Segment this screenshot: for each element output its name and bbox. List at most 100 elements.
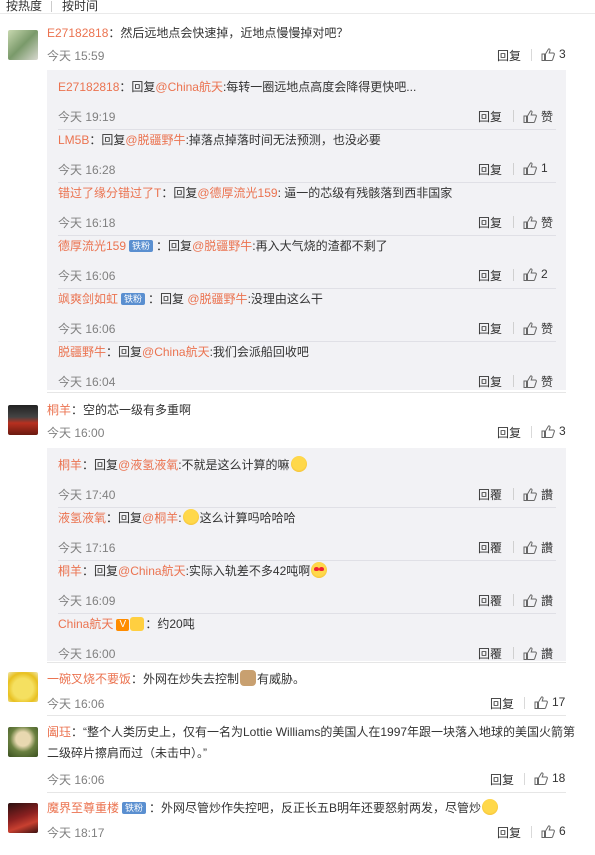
comment-body: ：“整个人类历史上，仅有一名为Lottie Williams的美国人在1997年… <box>47 725 576 760</box>
thumb-up-icon <box>534 772 548 785</box>
reply-mention[interactable]: @液氢液氧 <box>118 458 178 472</box>
reply-divider <box>58 507 556 508</box>
reply-button[interactable]: 回复 <box>490 695 514 712</box>
reply-mention[interactable]: @China航天 <box>118 564 186 578</box>
reply-username[interactable]: 德厚流光159 <box>58 239 126 253</box>
like-button[interactable]: 讚 <box>523 645 553 662</box>
comment-username[interactable]: 桐羊 <box>47 403 71 417</box>
reply-button[interactable]: 回复 <box>478 161 502 178</box>
reply-button[interactable]: 回复 <box>478 214 502 231</box>
reply-mention[interactable]: @China航天 <box>155 80 223 94</box>
action-divider <box>513 269 514 281</box>
reply-username[interactable]: 飒爽剑如虹 <box>58 292 118 306</box>
like-button[interactable]: 6 <box>541 824 566 838</box>
comment-divider <box>47 715 566 716</box>
action-divider <box>531 49 532 61</box>
reply-username[interactable]: E27182818 <box>58 80 119 94</box>
reply-time: 今天 16:04 <box>58 375 116 389</box>
reply-button[interactable]: 回复 <box>478 373 502 390</box>
reply-button[interactable]: 回复 <box>490 771 514 788</box>
action-divider <box>513 163 514 175</box>
like-button[interactable]: 2 <box>523 267 548 281</box>
fan-badge: 铁粉 <box>122 802 147 814</box>
reply-button[interactable]: 回复 <box>478 267 502 284</box>
reply-button[interactable]: 回覆 <box>478 592 502 609</box>
like-count: 赞 <box>541 322 554 336</box>
like-button[interactable]: 讚 <box>523 592 553 609</box>
reply-time: 今天 19:19 <box>58 110 116 124</box>
reply-mention[interactable]: @脱疆野牛 <box>192 239 252 253</box>
reply-button[interactable]: 回覆 <box>478 539 502 556</box>
like-button[interactable]: 18 <box>534 771 565 785</box>
comment-divider <box>47 662 566 663</box>
reply-username[interactable]: 桐羊 <box>58 564 82 578</box>
fan-badge: 铁粉 <box>121 293 146 305</box>
avatar[interactable] <box>8 727 38 757</box>
action-divider <box>524 773 525 785</box>
sort-by-time[interactable]: 按时间 <box>62 0 98 13</box>
reply-time: 今天 16:06 <box>58 322 116 336</box>
reply-button[interactable]: 回复 <box>478 108 502 125</box>
like-count: 讚 <box>541 594 554 608</box>
reply-username[interactable]: 液氢液氧 <box>58 511 106 525</box>
avatar[interactable] <box>8 803 38 833</box>
reply-username[interactable]: 桐羊 <box>58 458 82 472</box>
thumb-up-icon <box>523 322 537 335</box>
reply-username[interactable]: 脱疆野牛 <box>58 345 106 359</box>
like-button[interactable]: 赞 <box>523 108 553 125</box>
reply-mention[interactable]: @德厚流光159 <box>197 186 277 200</box>
reply-button[interactable]: 回复 <box>497 47 521 64</box>
like-button[interactable]: 1 <box>523 161 548 175</box>
reply-button[interactable]: 回覆 <box>478 645 502 662</box>
reply-button[interactable]: 回复 <box>478 320 502 337</box>
laugh-emoji-icon <box>290 456 307 472</box>
like-button[interactable]: 3 <box>541 47 566 61</box>
comment-5: 魔界至尊重楼 铁粉 ：外网尽管炒作失控吧，反正长五B明年还要怒射两发，尽管炒 今天 … <box>0 794 595 854</box>
like-button[interactable]: 讚 <box>523 539 553 556</box>
reply-divider <box>58 129 556 130</box>
reply-username[interactable]: LM5B <box>58 133 89 147</box>
like-button[interactable]: 17 <box>534 695 565 709</box>
reply-divider <box>58 613 556 614</box>
reply-mention[interactable]: @China航天 <box>142 345 210 359</box>
member-badge-icon <box>130 617 145 631</box>
reply-prefix: ：回复 <box>106 345 143 359</box>
reply-divider <box>58 235 556 236</box>
reply-username[interactable]: China航天 <box>58 617 113 631</box>
reply-button[interactable]: 回覆 <box>478 486 502 503</box>
thumb-up-icon <box>523 162 537 175</box>
comment-username[interactable]: 阖珏 <box>47 725 71 739</box>
sort-by-hot[interactable]: 按热度 <box>6 0 42 13</box>
like-button[interactable]: 讚 <box>523 486 553 503</box>
sort-divider <box>51 1 52 12</box>
grin-emoji-icon <box>482 799 499 815</box>
comment-body: ：外网在炒失去控制 <box>131 672 240 686</box>
reply-button[interactable]: 回复 <box>497 424 521 441</box>
reply-button[interactable]: 回复 <box>497 824 521 841</box>
avatar[interactable] <box>8 672 38 702</box>
reply-mention[interactable]: @脱疆野牛 <box>125 133 185 147</box>
comment-3: 一碗叉烧不要饭：外网在炒失去控制 有威胁。 今天 16:06 回复 17 <box>0 664 595 714</box>
action-divider <box>513 541 514 553</box>
comment-username[interactable]: 魔界至尊重楼 <box>47 801 119 815</box>
thumb-up-icon <box>523 110 537 123</box>
fan-badge: 铁粉 <box>129 240 154 252</box>
reply-mention[interactable]: @桐羊 <box>142 511 178 525</box>
like-count: 2 <box>541 267 548 281</box>
like-button[interactable]: 赞 <box>523 320 553 337</box>
sort-bar: 按热度 按时间 <box>0 0 595 14</box>
reply-mention[interactable]: @脱疆野牛 <box>187 292 247 306</box>
action-divider <box>531 426 532 438</box>
thumb-up-icon <box>534 696 548 709</box>
reply-username[interactable]: 错过了缘分错过了T <box>58 186 161 200</box>
comment-username[interactable]: E27182818 <box>47 26 108 40</box>
reply-list: 桐羊：回复@液氢液氧:不就是这么计算的嘛 今天 17:40 回覆 讚 液氢液氧：… <box>47 448 566 661</box>
like-button[interactable]: 3 <box>541 424 566 438</box>
reply-item: 桐羊：回复@液氢液氧:不就是这么计算的嘛 今天 17:40 回覆 讚 <box>58 456 556 508</box>
comment-username[interactable]: 一碗叉烧不要饭 <box>47 672 131 686</box>
avatar[interactable] <box>8 30 38 60</box>
avatar[interactable] <box>8 405 38 435</box>
like-button[interactable]: 赞 <box>523 373 553 390</box>
reply-item: China航天 V ：约20吨 今天 16:00 回覆 讚 <box>58 615 556 661</box>
like-button[interactable]: 赞 <box>523 214 553 231</box>
